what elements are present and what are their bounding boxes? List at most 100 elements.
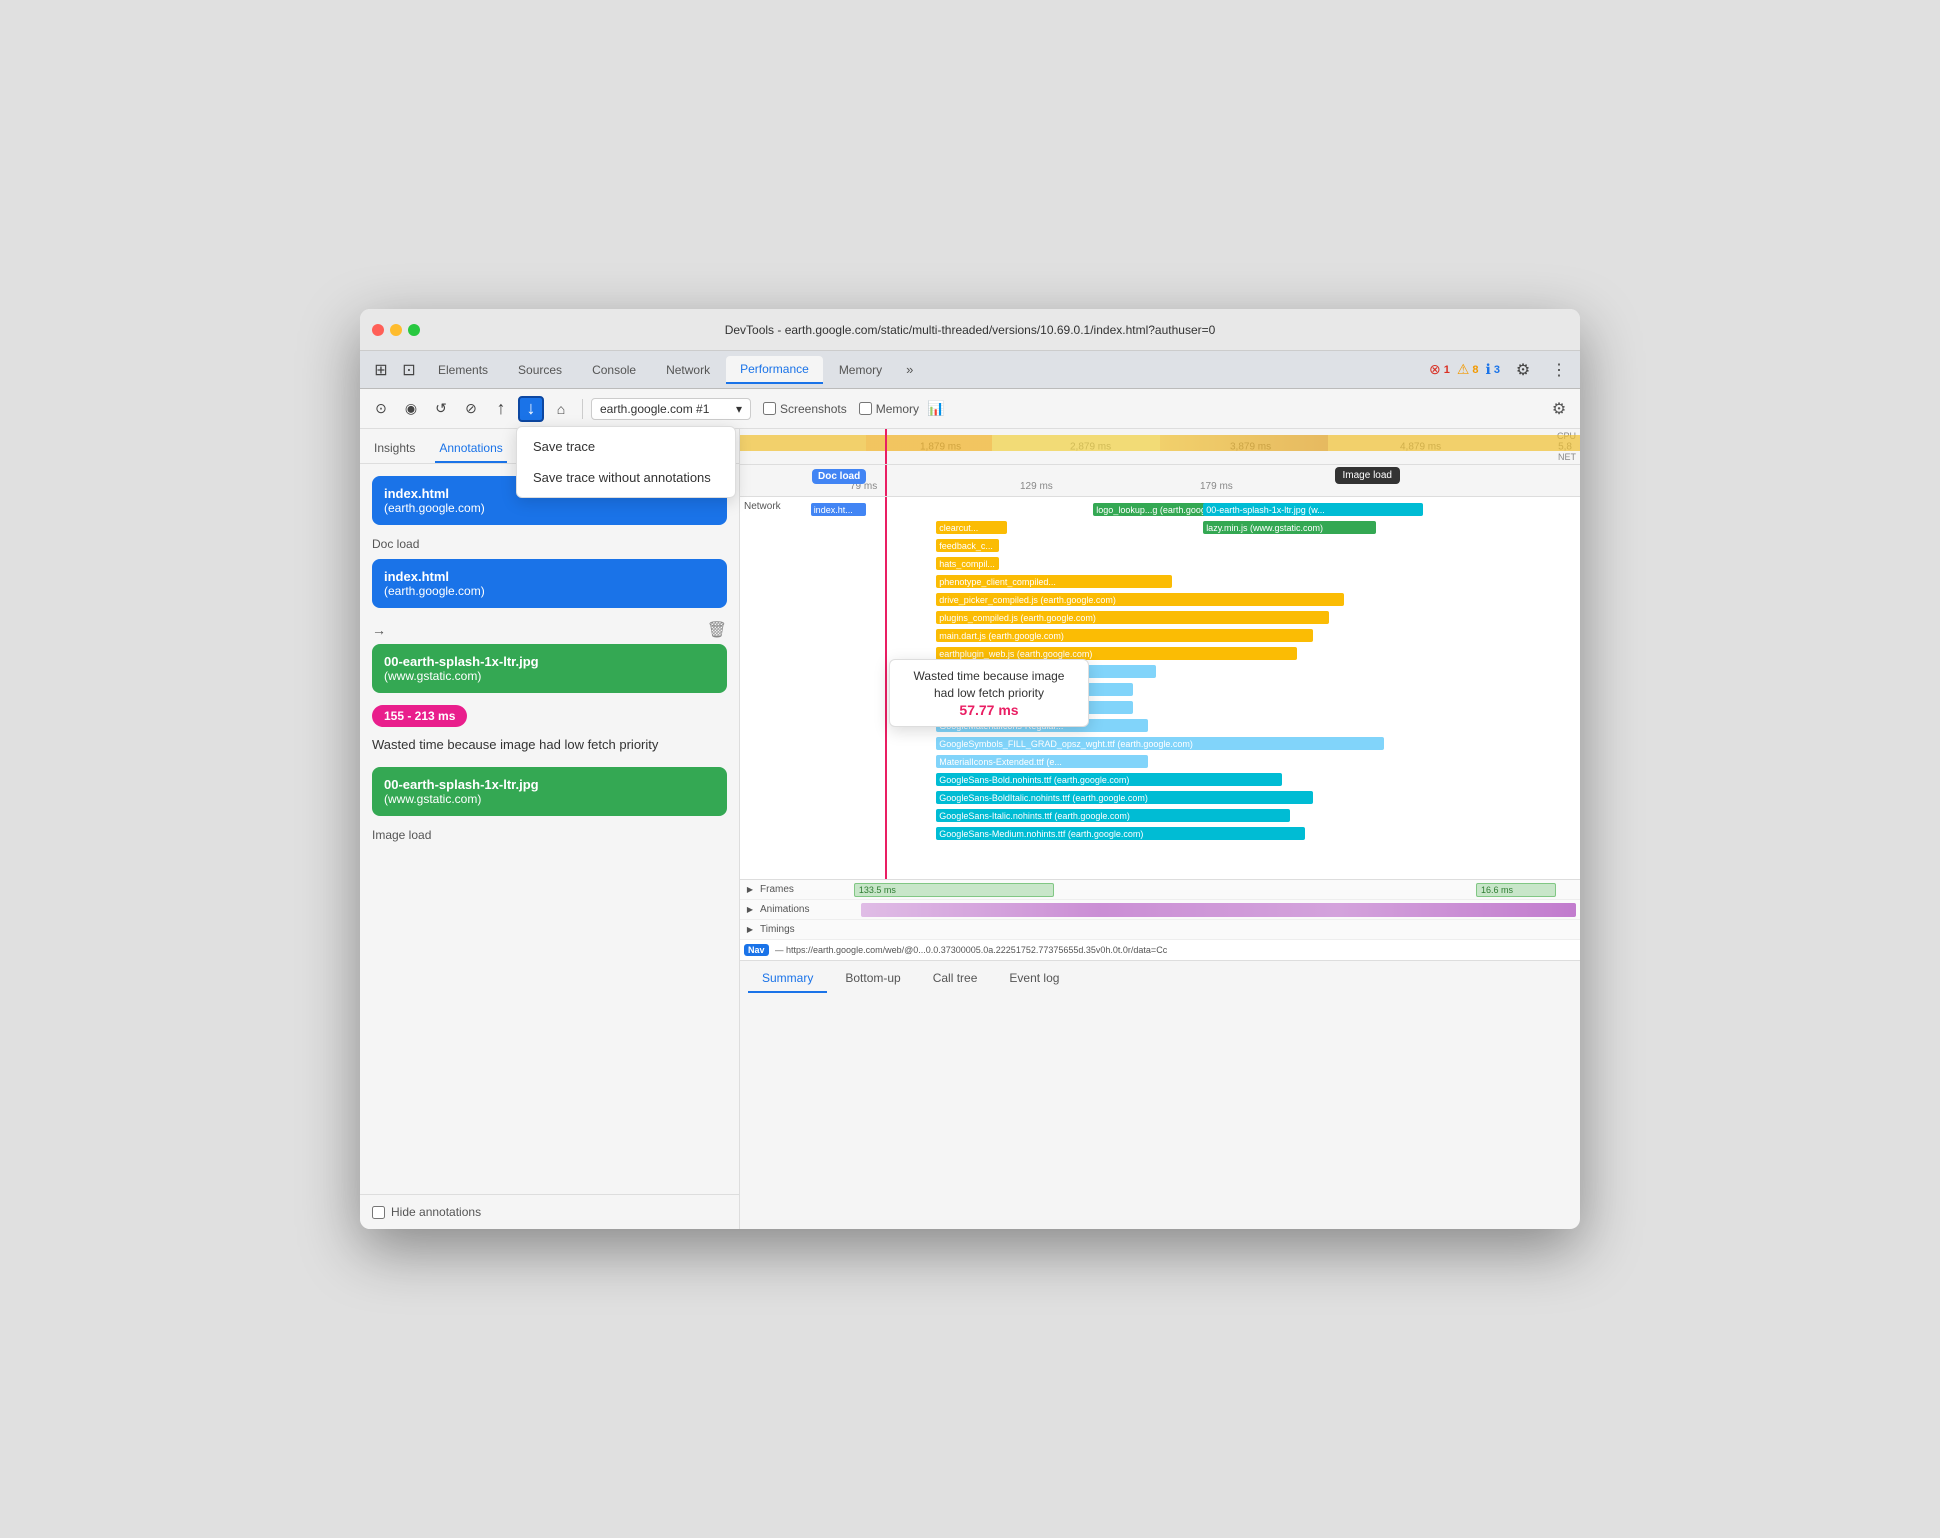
cpu-minimap: [740, 435, 1580, 451]
tab-right-area: ⊗ 1 ⚠ 8 ℹ 3 ⚙ ⋮: [1429, 357, 1572, 383]
tab-network[interactable]: Network: [652, 357, 724, 383]
close-button[interactable]: [372, 324, 384, 336]
clear-button[interactable]: ⊘: [458, 396, 484, 422]
doc-load-label: Doc load: [372, 537, 727, 551]
annotation-card2-title: index.html: [384, 569, 715, 584]
tab-console[interactable]: Console: [578, 357, 650, 383]
bar-googlesymbols[interactable]: GoogleSymbols_FILL_GRAD_opsz_wght.ttf (e…: [936, 737, 1383, 750]
bar-googlesans-medium[interactable]: GoogleSans-Medium.nohints.ttf (earth.goo…: [936, 827, 1305, 840]
download-button[interactable]: ↓ Save trace Save trace without annotati…: [518, 396, 544, 422]
tab-memory[interactable]: Memory: [825, 357, 896, 383]
network-row-1: index.ht... logo_lookup...g (earth.googl…: [795, 501, 1580, 519]
bar-main-dart[interactable]: main.dart.js (earth.google.com): [936, 629, 1313, 642]
network-area: Network index.ht... logo_lookup...g (ear…: [740, 497, 1580, 879]
annotation-card-2[interactable]: index.html (earth.google.com): [372, 559, 727, 608]
bar-earthplugin[interactable]: earthplugin_web.js (earth.google.com): [936, 647, 1297, 660]
annotation-card2-subtitle: (earth.google.com): [384, 584, 715, 598]
bar-all1p[interactable]: All1PIcons-Regular.otf (earth....: [936, 683, 1132, 696]
net-bar-earth-splash[interactable]: 00-earth-splash-1x-ltr.jpg (w...: [1203, 503, 1423, 516]
url-selector[interactable]: earth.google.com #1 ▾: [591, 398, 751, 420]
save-trace-no-annotations-item[interactable]: Save trace without annotations: [517, 462, 735, 493]
pink-small-marker: [885, 465, 887, 497]
bar-phenotype[interactable]: phenotype_client_compiled...: [936, 575, 1172, 588]
screenshots-label: Screenshots: [780, 402, 847, 416]
pink-bars-marker: [885, 519, 887, 879]
nav-pill-label: Nav: [744, 944, 769, 956]
nav-url: — https://earth.google.com/web/@0...0.0.…: [775, 945, 1168, 955]
info-count-number: 3: [1494, 364, 1500, 376]
animations-bar: [861, 903, 1576, 917]
bottom-sections-area: ▶ Frames 133.5 ms 16.6 ms ▶ Animations: [740, 879, 1580, 960]
tab-performance[interactable]: Performance: [726, 356, 823, 384]
bar-clearcut[interactable]: clearcut...: [936, 521, 1007, 534]
frames-segment-1: 133.5 ms: [854, 883, 1054, 897]
bar-googlesans-bold[interactable]: GoogleSans-Bold.nohints.ttf (earth.googl…: [936, 773, 1281, 786]
reload-button[interactable]: ↺: [428, 396, 454, 422]
element-picker-icon[interactable]: ⊡: [396, 357, 422, 383]
memory-checkbox[interactable]: [859, 402, 872, 415]
error-count[interactable]: ⊗ 1 ⚠ 8 ℹ 3: [1429, 361, 1500, 378]
bar-drive[interactable]: drive_picker_compiled.js (earth.google.c…: [936, 593, 1344, 606]
net-label: NET: [1558, 452, 1576, 462]
tab-summary[interactable]: Summary: [748, 965, 827, 993]
window-title: DevTools - earth.google.com/static/multi…: [725, 323, 1216, 337]
bar-earthicons[interactable]: EarthIcons-Regular.otf (earth...: [936, 701, 1132, 714]
tab-bottom-up[interactable]: Bottom-up: [831, 965, 914, 993]
save-trace-item[interactable]: Save trace: [517, 431, 735, 462]
bar-plugins[interactable]: plugins_compiled.js (earth.google.com): [936, 611, 1329, 624]
screenshots-checkbox[interactable]: [763, 402, 776, 415]
annotation-card-4[interactable]: 00-earth-splash-1x-ltr.jpg (www.gstatic.…: [372, 767, 727, 816]
bar-googlesans-italic[interactable]: GoogleSans-Italic.nohints.ttf (earth.goo…: [936, 809, 1289, 822]
annotation-card4-title: 00-earth-splash-1x-ltr.jpg: [384, 777, 715, 792]
url-value: earth.google.com #1: [600, 402, 709, 416]
network-section-label: Network: [744, 501, 781, 512]
tab-call-tree[interactable]: Call tree: [919, 965, 992, 993]
warning-count-number: 8: [1472, 364, 1478, 376]
tab-more[interactable]: »: [898, 356, 921, 383]
doc-load-annotation: Doc load: [812, 469, 866, 484]
error-count-number: 1: [1444, 364, 1450, 376]
bar-feedback[interactable]: feedback_c...: [936, 539, 999, 552]
maximize-button[interactable]: [408, 324, 420, 336]
download-dropdown: Save trace Save trace without annotation…: [516, 426, 736, 498]
minimize-button[interactable]: [390, 324, 402, 336]
more-options-icon[interactable]: ⋮: [1546, 357, 1572, 383]
memory-checkbox-group: Memory: [859, 402, 919, 416]
memory-chart-icon[interactable]: 📊: [923, 396, 949, 422]
time-range-badge: 155 - 213 ms: [372, 705, 467, 727]
home-button[interactable]: ⌂: [548, 396, 574, 422]
bar-hats[interactable]: hats_compil...: [936, 557, 999, 570]
animations-row-header[interactable]: ▶ Animations: [740, 900, 1580, 920]
wasted-time-text: Wasted time because image had low fetch …: [372, 735, 727, 755]
pink-ruler-marker: [885, 429, 887, 465]
annotation-card-3[interactable]: 00-earth-splash-1x-ltr.jpg (www.gstatic.…: [372, 644, 727, 693]
settings-icon[interactable]: ⚙: [1510, 357, 1536, 383]
start-profiling-button[interactable]: ◉: [398, 396, 424, 422]
sidebar-tab-annotations[interactable]: Annotations: [435, 435, 506, 463]
annotations-tab-label: Annotations: [439, 441, 502, 455]
frames-chevron-icon: ▶: [744, 884, 756, 896]
bar-googlematerial[interactable]: GoogleMaterialIcons-Regular...: [936, 719, 1148, 732]
sidebar-tab-insights[interactable]: Insights: [370, 435, 419, 463]
tab-elements[interactable]: Elements: [424, 357, 502, 383]
frames-label: Frames: [760, 884, 794, 895]
hide-annotations-checkbox[interactable]: [372, 1206, 385, 1219]
delete-annotation-button[interactable]: 🗑: [707, 620, 727, 640]
url-dropdown-icon: ▾: [736, 402, 742, 416]
timings-row-header[interactable]: ▶ Timings: [740, 920, 1580, 940]
bar-fontmanifest[interactable]: FontManifest.json (earth.goo...: [936, 665, 1156, 678]
tab-event-log[interactable]: Event log: [995, 965, 1073, 993]
bar-googlesans-bolditalic[interactable]: GoogleSans-BoldItalic.nohints.ttf (earth…: [936, 791, 1313, 804]
main-area: Insights Annotations index.html (earth.g…: [360, 429, 1580, 1229]
tab-sources[interactable]: Sources: [504, 357, 576, 383]
net-bar-index[interactable]: index.ht...: [811, 503, 866, 516]
frames-row-header[interactable]: ▶ Frames 133.5 ms 16.6 ms: [740, 880, 1580, 900]
bar-materialicons[interactable]: MaterialIcons-Extended.ttf (e...: [936, 755, 1148, 768]
devtools-nav-icon[interactable]: ⊞: [368, 357, 394, 383]
record-button[interactable]: ⊙: [368, 396, 394, 422]
network-bars-area: clearcut... feedback_c... hats_compil...…: [795, 519, 1580, 879]
upload-button[interactable]: ↑: [488, 396, 514, 422]
performance-settings-icon[interactable]: ⚙: [1546, 396, 1572, 422]
arrow-label: →: [372, 622, 386, 638]
nav-row: Nav — https://earth.google.com/web/@0...…: [740, 940, 1580, 960]
